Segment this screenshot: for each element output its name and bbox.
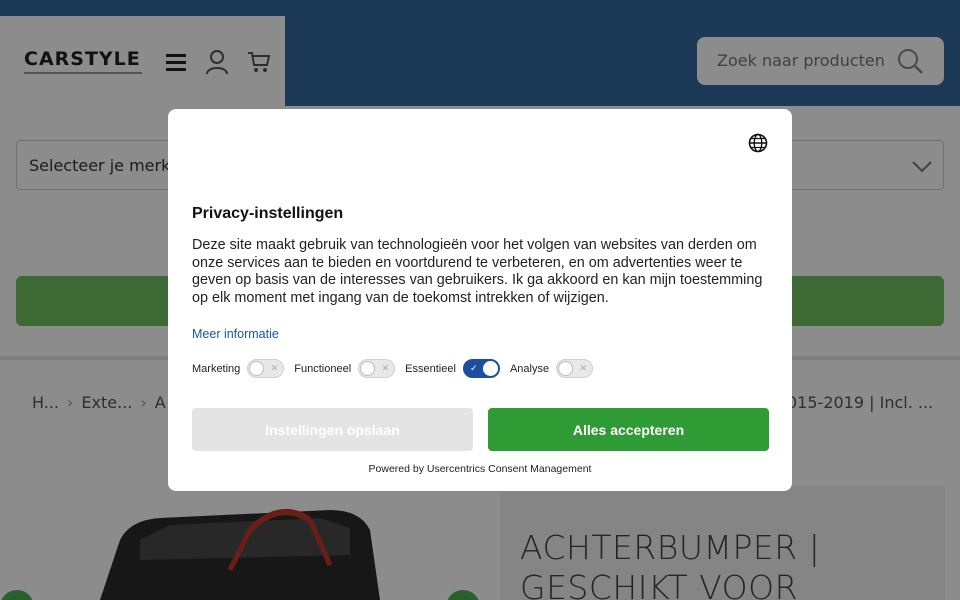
toggle-functional[interactable]: ✕ [358,359,396,378]
toggle-knob [249,361,265,376]
toggle-group-analytics: Analyse ✕ [509,359,594,378]
globe-icon[interactable] [748,133,768,153]
toggle-label-functional: Functioneel [294,362,352,375]
toggle-knob [558,361,574,376]
privacy-consent-dialog: Privacy-instellingen Deze site maakt geb… [168,109,792,491]
toggle-group-essential: Essentieel ✓ [405,359,500,378]
check-icon: ✓ [469,363,478,373]
close-icon: ✕ [381,363,390,373]
toggle-label-essential: Essentieel [405,362,456,375]
toggle-group-functional: Functioneel ✕ [294,359,396,378]
toggle-knob [482,361,498,376]
accept-all-button[interactable]: Alles accepteren [488,408,769,451]
consent-toggles: Marketing ✕ Functioneel ✕ Essentieel ✓ A… [192,359,603,378]
toggle-marketing[interactable]: ✕ [247,359,285,378]
powered-by-text[interactable]: Powered by Usercentrics Consent Manageme… [168,463,792,475]
dialog-title: Privacy-instellingen [192,205,344,222]
close-icon: ✕ [270,363,279,373]
dialog-description: Deze site maakt gebruik van technologieë… [192,237,763,306]
toggle-essential[interactable]: ✓ [462,359,500,378]
toggle-label-marketing: Marketing [192,362,241,375]
toggle-analytics[interactable]: ✕ [556,359,594,378]
toggle-knob [360,361,376,376]
save-settings-button[interactable]: Instellingen opslaan [192,408,473,451]
toggle-label-analytics: Analyse [509,362,550,375]
toggle-group-marketing: Marketing ✕ [192,359,285,378]
more-info-link[interactable]: Meer informatie [192,327,279,341]
close-icon: ✕ [579,363,588,373]
